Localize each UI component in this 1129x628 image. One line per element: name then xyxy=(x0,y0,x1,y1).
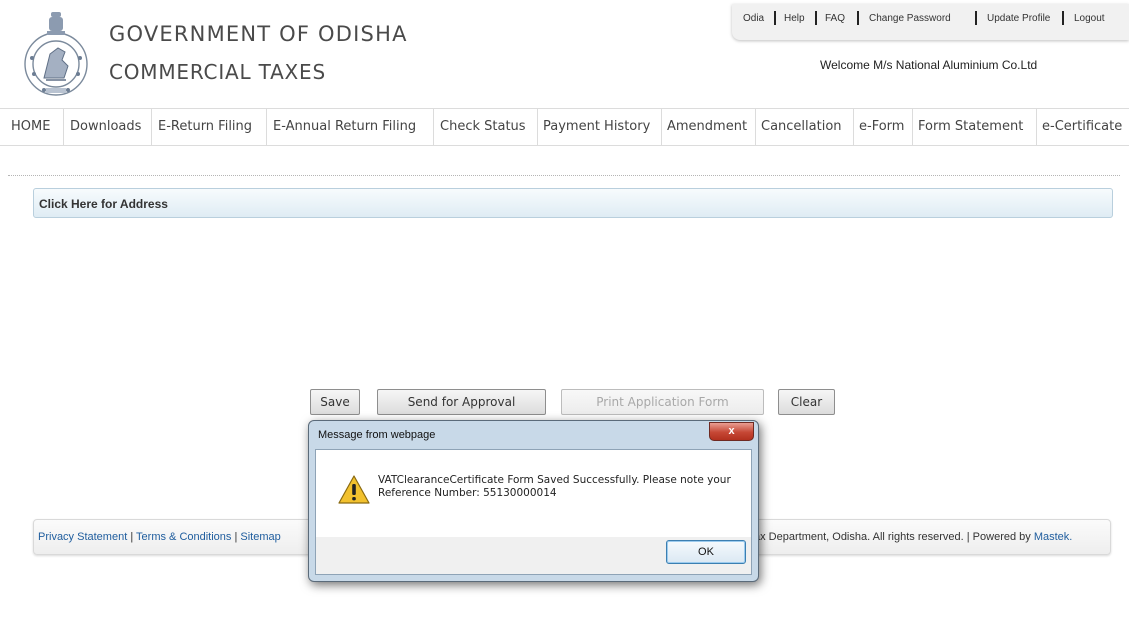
top-link-divider xyxy=(975,11,977,25)
nav-divider xyxy=(755,109,756,145)
nav-divider xyxy=(433,109,434,145)
clear-button[interactable]: Clear xyxy=(778,389,835,415)
save-button[interactable]: Save xyxy=(310,389,360,415)
address-toggle-label[interactable]: Click Here for Address xyxy=(39,197,168,211)
privacy-statement-link[interactable]: Privacy Statement xyxy=(38,531,127,543)
welcome-message: Welcome M/s National Aluminium Co.Ltd xyxy=(820,58,1038,72)
dialog-body: VATClearanceCertificate Form Saved Succe… xyxy=(315,449,752,538)
nav-check-status[interactable]: Check Status xyxy=(440,109,526,145)
link-help[interactable]: Help xyxy=(784,13,805,24)
warning-icon xyxy=(337,474,371,506)
link-change-password[interactable]: Change Password xyxy=(869,13,951,24)
ok-button[interactable]: OK xyxy=(666,540,746,564)
nav-divider xyxy=(151,109,152,145)
nav-e-return-filing[interactable]: E-Return Filing xyxy=(158,109,252,145)
address-panel-header[interactable]: Click Here for Address xyxy=(33,188,1113,218)
top-link-divider xyxy=(1062,11,1064,25)
dotted-divider xyxy=(8,175,1120,176)
print-application-form-button[interactable]: Print Application Form xyxy=(561,389,764,415)
nav-divider xyxy=(537,109,538,145)
dialog-title: Message from webpage xyxy=(318,429,436,441)
nav-amendment[interactable]: Amendment xyxy=(667,109,747,145)
link-update-profile[interactable]: Update Profile xyxy=(987,13,1050,24)
top-link-divider xyxy=(815,11,817,25)
footer-separator: | xyxy=(127,531,137,543)
dialog-message: VATClearanceCertificate Form Saved Succe… xyxy=(378,474,731,499)
send-for-approval-button[interactable]: Send for Approval xyxy=(377,389,546,415)
top-link-divider xyxy=(774,11,776,25)
nav-e-annual-return-filing[interactable]: E-Annual Return Filing xyxy=(273,109,416,145)
nav-divider xyxy=(853,109,854,145)
nav-payment-history[interactable]: Payment History xyxy=(543,109,650,145)
nav-e-form[interactable]: e-Form xyxy=(859,109,904,145)
terms-conditions-link[interactable]: Terms & Conditions xyxy=(136,531,231,543)
nav-divider xyxy=(266,109,267,145)
nav-divider xyxy=(1036,109,1037,145)
site-title: GOVERNMENT OF ODISHA xyxy=(109,22,408,46)
nav-e-certificate[interactable]: e-Certificate xyxy=(1042,109,1122,145)
nav-home[interactable]: HOME xyxy=(11,109,50,145)
nav-form-statement[interactable]: Form Statement xyxy=(918,109,1023,145)
mastek-link[interactable]: Mastek. xyxy=(1034,531,1073,543)
main-navigation: HOME Downloads E-Return Filing E-Annual … xyxy=(0,108,1129,146)
top-links-bar: Odia Help FAQ Change Password Update Pro… xyxy=(732,4,1129,40)
nav-cancellation[interactable]: Cancellation xyxy=(761,109,842,145)
link-logout[interactable]: Logout xyxy=(1074,13,1105,24)
dialog-button-bar: OK xyxy=(315,537,752,575)
rights-text: ax Department, Odisha. All rights reserv… xyxy=(754,531,1034,543)
copyright-text: ax Department, Odisha. All rights reserv… xyxy=(754,531,1072,543)
nav-divider xyxy=(63,109,64,145)
nav-downloads[interactable]: Downloads xyxy=(70,109,141,145)
nav-divider xyxy=(912,109,913,145)
link-odia[interactable]: Odia xyxy=(743,13,764,24)
sitemap-link[interactable]: Sitemap xyxy=(240,531,280,543)
link-faq[interactable]: FAQ xyxy=(825,13,845,24)
top-link-divider xyxy=(857,11,859,25)
nav-divider xyxy=(661,109,662,145)
site-subtitle: COMMERCIAL TAXES xyxy=(109,60,326,84)
footer-links: Privacy Statement | Terms & Conditions |… xyxy=(38,531,281,543)
close-icon[interactable]: x xyxy=(709,422,754,441)
message-dialog: Message from webpage x VATClearanceCerti… xyxy=(308,420,759,582)
odisha-emblem-logo xyxy=(20,8,92,100)
